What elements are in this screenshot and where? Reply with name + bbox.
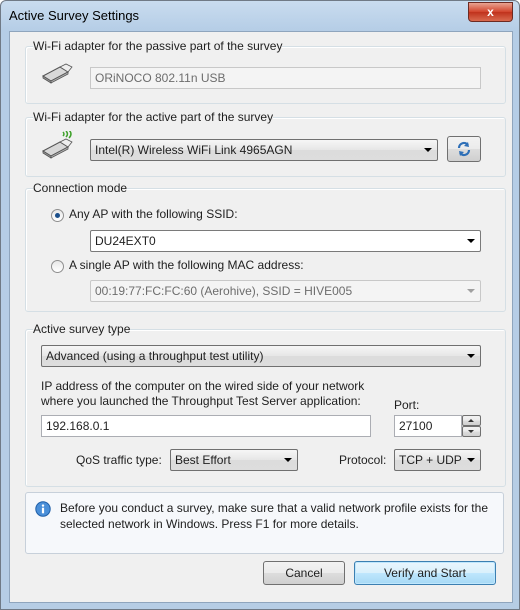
mac-address-dropdown: 00:19:77:FC:FC:60 (Aerohive), SSID = HIV… <box>90 280 481 302</box>
chevron-down-icon <box>284 458 292 462</box>
connection-group-label: Connection mode <box>33 181 128 195</box>
radio-any-ap[interactable] <box>51 209 64 222</box>
refresh-icon <box>456 141 472 160</box>
usb-adapter-icon <box>40 62 74 87</box>
ip-address-label-line1: IP address of the computer on the wired … <box>41 379 365 393</box>
radio-single-ap-label[interactable]: A single AP with the following MAC addre… <box>69 258 304 272</box>
qos-dropdown[interactable]: Best Effort <box>170 449 298 471</box>
verify-and-start-button[interactable]: Verify and Start <box>354 561 496 585</box>
chevron-down-icon <box>467 458 475 462</box>
passive-group-label: Wi-Fi adapter for the passive part of th… <box>33 39 283 53</box>
qos-value: Best Effort <box>175 453 231 467</box>
chevron-down-icon <box>424 148 432 152</box>
info-text-line2: selected network in Windows. Press F1 fo… <box>60 517 359 531</box>
port-spin-down-button[interactable] <box>462 426 481 437</box>
active-adapter-dropdown[interactable]: Intel(R) Wireless WiFi Link 4965AGN <box>90 139 438 161</box>
survey-type-group-label: Active survey type <box>33 322 131 336</box>
info-box: Before you conduct a survey, make sure t… <box>25 492 504 554</box>
info-icon <box>35 501 51 520</box>
wifi-adapter-icon <box>40 129 76 162</box>
info-text-line1: Before you conduct a survey, make sure t… <box>60 501 488 515</box>
dialog-window: Active Survey Settings x Wi-Fi adapter f… <box>0 0 520 610</box>
chevron-down-icon <box>467 354 475 358</box>
chevron-down-icon <box>467 239 475 243</box>
port-input[interactable]: 27100 <box>394 415 462 437</box>
dialog-client-area: Wi-Fi adapter for the passive part of th… <box>9 31 513 603</box>
qos-label: QoS traffic type: <box>76 453 162 467</box>
protocol-value: TCP + UDP <box>399 453 462 467</box>
passive-adapter-field: ORiNOCO 802.11n USB <box>90 67 481 89</box>
survey-type-value: Advanced (using a throughput test utilit… <box>46 349 264 363</box>
close-button[interactable]: x <box>468 2 513 22</box>
cancel-button[interactable]: Cancel <box>263 561 345 585</box>
protocol-dropdown[interactable]: TCP + UDP <box>394 449 481 471</box>
survey-type-dropdown[interactable]: Advanced (using a throughput test utilit… <box>41 345 481 367</box>
title-bar: Active Survey Settings x <box>1 1 519 31</box>
window-title: Active Survey Settings <box>9 8 140 23</box>
chevron-down-icon <box>467 289 475 293</box>
ssid-dropdown[interactable]: DU24EXT0 <box>90 230 481 252</box>
radio-single-ap[interactable] <box>51 260 64 273</box>
port-spin-up-button[interactable] <box>462 415 481 426</box>
mac-address-value: 00:19:77:FC:FC:60 (Aerohive), SSID = HIV… <box>95 284 353 298</box>
active-adapter-value: Intel(R) Wireless WiFi Link 4965AGN <box>95 143 293 157</box>
refresh-adapters-button[interactable] <box>447 136 481 162</box>
radio-any-ap-label[interactable]: Any AP with the following SSID: <box>69 207 238 221</box>
protocol-label: Protocol: <box>339 453 387 467</box>
ip-address-label-line2: where you launched the Throughput Test S… <box>41 394 361 408</box>
active-group-label: Wi-Fi adapter for the active part of the… <box>33 110 274 124</box>
spin-up-icon <box>468 419 474 422</box>
ip-address-input[interactable]: 192.168.0.1 <box>41 415 371 437</box>
spin-down-icon <box>468 430 474 433</box>
ssid-value: DU24EXT0 <box>95 234 156 248</box>
port-label: Port: <box>394 398 420 412</box>
